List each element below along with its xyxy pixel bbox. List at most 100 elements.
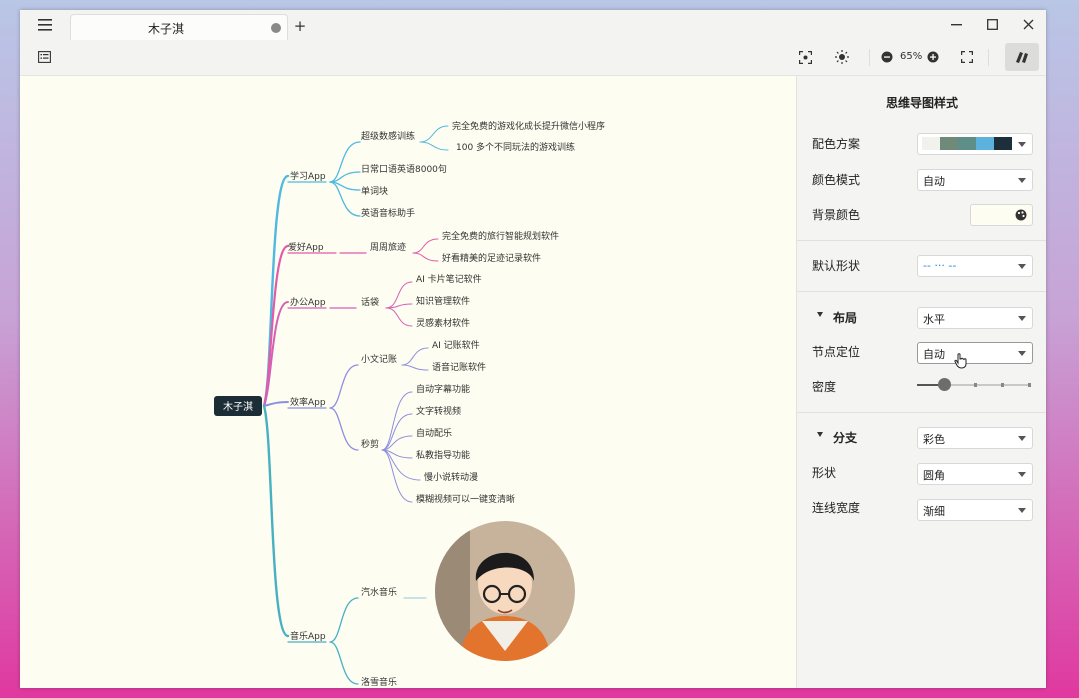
- branch-color-value: 彩色: [923, 433, 945, 446]
- node-position-label: 节点定位: [812, 345, 861, 359]
- shape-value: 圆角: [923, 469, 945, 482]
- chevron-down-icon: [1018, 316, 1026, 321]
- node-office-app[interactable]: 办公App: [290, 296, 326, 308]
- panel-title: 思维导图样式: [885, 96, 958, 110]
- node-office-1-2[interactable]: 知识管理软件: [416, 295, 470, 307]
- default-shape-select[interactable]: -- ··· --: [917, 255, 1033, 277]
- node-hobby-app[interactable]: 爱好App: [288, 241, 324, 253]
- node-eff-2-6[interactable]: 模糊视频可以一键变清晰: [416, 493, 515, 505]
- node-music-app[interactable]: 音乐App: [290, 630, 326, 642]
- branch-section-title: 分支: [833, 431, 858, 445]
- node-eff-1[interactable]: 小文记账: [361, 353, 397, 365]
- node-position-select[interactable]: 自动: [917, 342, 1033, 364]
- node-study-1-2[interactable]: 100 多个不同玩法的游戏训练: [456, 141, 575, 153]
- color-swatch: [976, 137, 994, 150]
- node-office-1[interactable]: 话袋: [361, 296, 379, 308]
- branch-color-select[interactable]: 彩色: [917, 427, 1033, 449]
- shape-label: 形状: [812, 466, 837, 480]
- palette-icon: [1015, 209, 1027, 221]
- slider-tick: [974, 383, 977, 387]
- node-eff-2-5[interactable]: 慢小说转动漫: [424, 471, 478, 483]
- node-hobby-1-2[interactable]: 好看精美的足迹记录软件: [442, 252, 541, 264]
- root-node-label: 木子淇: [223, 401, 253, 413]
- new-tab-button[interactable]: +: [290, 16, 310, 36]
- node-office-1-3[interactable]: 灵感素材软件: [416, 317, 470, 329]
- style-palette-button[interactable]: [1005, 43, 1039, 71]
- line-width-value: 渐细: [923, 505, 945, 518]
- unsaved-dot-icon[interactable]: [271, 23, 281, 33]
- mindmap-svg: 木子淇 学习App 爱好App 办公App 效率App 音乐App 超级数感训练…: [214, 120, 605, 688]
- chevron-down-icon: [1018, 351, 1026, 356]
- bg-color-label: 背景颜色: [812, 208, 861, 222]
- color-mode-value: 自动: [923, 175, 945, 188]
- layout-value: 水平: [923, 313, 945, 326]
- node-hobby-1[interactable]: 周周旅迹: [370, 241, 406, 253]
- color-scheme-swatches: [922, 137, 1012, 150]
- node-eff-2[interactable]: 秒剪: [361, 438, 379, 450]
- node-music-2[interactable]: 洛雪音乐: [361, 676, 397, 688]
- toolbar-divider: [869, 49, 870, 66]
- node-study-1-1[interactable]: 完全免费的游戏化成长提升微信小程序: [452, 120, 605, 132]
- default-shape-value: -- ··· --: [923, 259, 957, 272]
- style-panel: 思维导图样式 配色方案 颜色模式 自动 背景颜色 默认形状 -- ··· -- …: [796, 76, 1046, 688]
- node-music-1[interactable]: 汽水音乐: [361, 586, 397, 598]
- slider-tick: [1001, 383, 1004, 387]
- maximize-icon[interactable]: [982, 14, 1002, 34]
- density-slider[interactable]: [917, 378, 1031, 391]
- hand-cursor-icon: [954, 353, 967, 369]
- color-scheme-select[interactable]: [917, 133, 1033, 155]
- theme-sun-icon[interactable]: [832, 48, 852, 66]
- default-shape-label: 默认形状: [812, 259, 861, 273]
- node-study-app[interactable]: 学习App: [290, 170, 326, 182]
- node-study-2[interactable]: 日常口语英语8000句: [361, 163, 447, 175]
- document-tab[interactable]: 木子淇: [70, 14, 288, 41]
- chevron-down-icon: [1018, 436, 1026, 441]
- node-efficiency-app[interactable]: 效率App: [290, 396, 326, 408]
- zoom-in-icon[interactable]: [926, 50, 940, 64]
- density-slider-thumb[interactable]: [938, 378, 952, 391]
- node-eff-2-4[interactable]: 私教指导功能: [416, 449, 470, 461]
- zoom-out-icon[interactable]: [880, 50, 894, 64]
- node-eff-1-2[interactable]: 语音记账软件: [432, 361, 486, 373]
- line-width-select[interactable]: 渐细: [917, 499, 1033, 521]
- slider-tick: [1028, 383, 1031, 387]
- color-scheme-label: 配色方案: [812, 137, 861, 151]
- layout-select[interactable]: 水平: [917, 307, 1033, 329]
- menu-icon[interactable]: [34, 16, 56, 34]
- node-study-1[interactable]: 超级数感训练: [361, 130, 415, 142]
- bg-color-picker[interactable]: [970, 204, 1033, 226]
- chevron-down-icon: [1018, 264, 1026, 269]
- node-eff-2-1[interactable]: 自动字幕功能: [416, 383, 470, 395]
- color-swatch: [994, 137, 1012, 150]
- chevron-down-icon: [1018, 178, 1026, 183]
- node-eff-2-3[interactable]: 自动配乐: [416, 427, 452, 439]
- branch-line-office: [263, 301, 289, 407]
- node-position-value: 自动: [923, 348, 945, 361]
- mindmap-canvas[interactable]: 木子淇 学习App 爱好App 办公App 效率App 音乐App 超级数感训练…: [20, 76, 796, 688]
- branch-line-music: [262, 404, 290, 638]
- branch-collapse-icon[interactable]: [817, 432, 823, 437]
- node-eff-2-2[interactable]: 文字转视频: [416, 405, 461, 417]
- shape-select[interactable]: 圆角: [917, 463, 1033, 485]
- title-bar: 木子淇 +: [20, 10, 1046, 41]
- fullscreen-icon[interactable]: [957, 48, 977, 66]
- layout-section-title: 布局: [833, 311, 858, 325]
- node-office-1-1[interactable]: AI 卡片笔记软件: [416, 273, 482, 285]
- panel-divider: [797, 291, 1046, 292]
- density-label: 密度: [812, 380, 837, 394]
- node-eff-1-1[interactable]: AI 记账软件: [432, 339, 480, 351]
- branch-line-efficiency: [263, 401, 289, 407]
- node-study-4[interactable]: 英语音标助手: [361, 207, 415, 219]
- panel-divider: [797, 240, 1046, 241]
- outline-icon[interactable]: [34, 48, 54, 66]
- focus-icon[interactable]: [795, 48, 815, 66]
- tab-title: 木子淇: [147, 22, 184, 36]
- node-study-3[interactable]: 单词块: [361, 185, 388, 197]
- minimize-icon[interactable]: [946, 14, 966, 34]
- node-hobby-1-1[interactable]: 完全免费的旅行智能规划软件: [442, 230, 559, 242]
- panel-divider: [797, 412, 1046, 413]
- app-window: 木子淇 + 65% 木子淇 学习App 爱好App 办公App 效率App 音乐…: [20, 10, 1046, 688]
- close-icon[interactable]: [1018, 14, 1038, 34]
- color-mode-select[interactable]: 自动: [917, 169, 1033, 191]
- layout-collapse-icon[interactable]: [817, 312, 823, 317]
